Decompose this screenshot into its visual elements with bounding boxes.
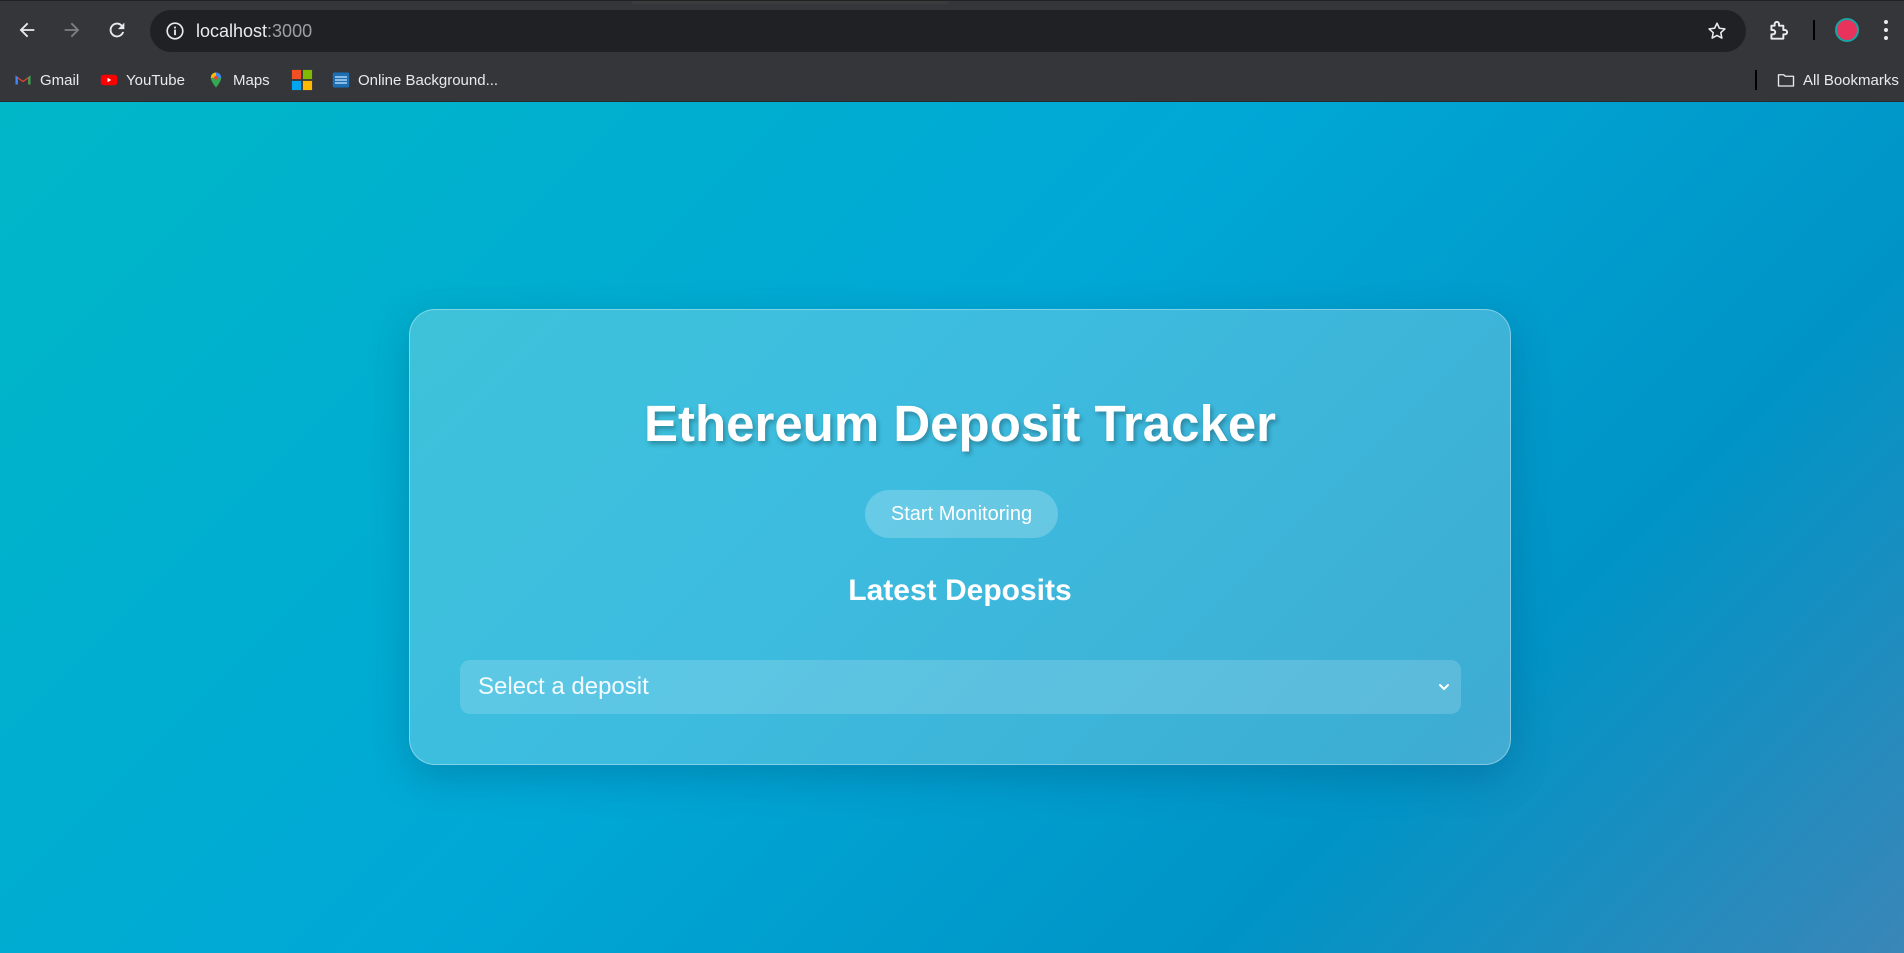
bookmarks-bar: Gmail YouTube Maps Online Background... bbox=[0, 58, 1904, 102]
bookmark-label: YouTube bbox=[126, 71, 185, 89]
url-text[interactable]: localhost:3000 bbox=[196, 21, 312, 42]
bookmark-label: Online Background... bbox=[358, 71, 499, 89]
profile-avatar[interactable] bbox=[1835, 18, 1859, 42]
all-bookmarks-button[interactable]: All Bookmarks bbox=[1777, 68, 1899, 92]
forward-button[interactable] bbox=[55, 13, 89, 47]
url-host: localhost bbox=[196, 21, 268, 41]
bookmark-label: Maps bbox=[233, 71, 270, 89]
online-background-icon bbox=[332, 72, 350, 88]
start-monitoring-button[interactable]: Start Monitoring bbox=[865, 490, 1058, 538]
deposit-select[interactable]: Select a deposit bbox=[460, 660, 1461, 714]
browser-toolbar: localhost:3000 bbox=[0, 0, 1904, 58]
microsoft-icon bbox=[291, 69, 313, 91]
kebab-menu-icon[interactable] bbox=[1882, 18, 1890, 42]
back-button[interactable] bbox=[10, 13, 44, 47]
forward-arrow-icon bbox=[64, 22, 80, 38]
tab-strip-edge bbox=[632, 1, 948, 4]
bookmark-microsoft[interactable] bbox=[291, 68, 321, 92]
deposit-select-value: Select a deposit bbox=[478, 673, 649, 700]
page-viewport: Ethereum Deposit Tracker Start Monitorin… bbox=[0, 102, 1904, 953]
gmail-icon bbox=[15, 75, 31, 85]
back-arrow-icon bbox=[19, 22, 35, 38]
reload-button[interactable] bbox=[100, 13, 134, 47]
url-port: :3000 bbox=[267, 21, 313, 41]
bookmark-gmail[interactable]: Gmail bbox=[14, 68, 79, 92]
maps-icon bbox=[210, 72, 222, 88]
bookmarks-divider bbox=[1755, 70, 1757, 90]
folder-icon bbox=[1777, 74, 1795, 87]
site-info-icon[interactable] bbox=[164, 20, 186, 42]
toolbar-divider bbox=[1813, 20, 1815, 40]
page-title: Ethereum Deposit Tracker bbox=[643, 395, 1277, 452]
bookmark-star-icon[interactable] bbox=[1706, 20, 1728, 42]
latest-deposits-heading: Latest Deposits bbox=[848, 574, 1072, 607]
bookmark-maps[interactable]: Maps bbox=[207, 68, 270, 92]
all-bookmarks-label: All Bookmarks bbox=[1803, 71, 1899, 89]
bookmark-label: Gmail bbox=[40, 71, 80, 89]
bookmark-youtube[interactable]: YouTube bbox=[100, 68, 185, 92]
reload-icon bbox=[109, 22, 125, 38]
address-bar[interactable]: localhost:3000 bbox=[150, 10, 1746, 52]
chevron-down-icon bbox=[1439, 684, 1449, 690]
extensions-icon[interactable] bbox=[1766, 17, 1792, 43]
youtube-icon bbox=[100, 74, 118, 86]
tracker-card: Ethereum Deposit Tracker Start Monitorin… bbox=[409, 309, 1511, 765]
bookmark-online-background[interactable]: Online Background... bbox=[332, 68, 498, 92]
